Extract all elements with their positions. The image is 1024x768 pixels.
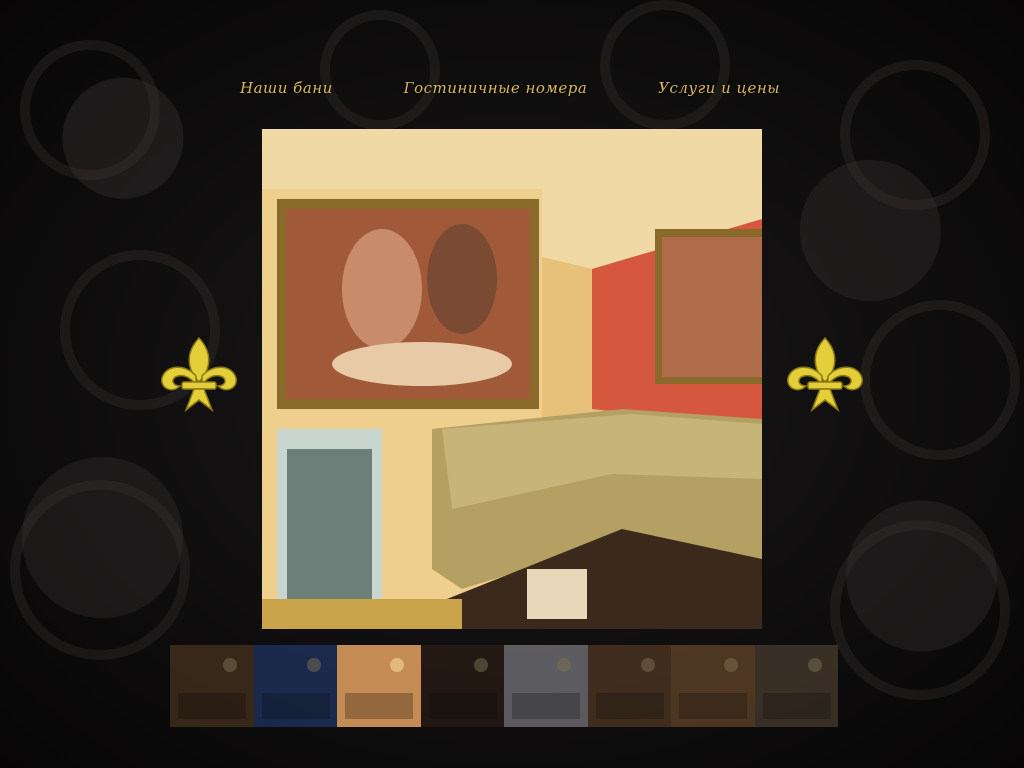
gallery-thumbnail[interactable]	[420, 645, 504, 727]
nav-services-prices[interactable]: Услуги и цены	[658, 79, 780, 97]
damask-swirl	[840, 60, 990, 210]
gallery-thumbnail[interactable]	[587, 645, 671, 727]
white-pool-photo-icon	[504, 645, 588, 727]
sofa-room-photo-icon	[337, 645, 421, 727]
gallery-thumbnail[interactable]	[337, 645, 421, 727]
dining-hall-photo-icon	[587, 645, 671, 727]
damask-swirl	[20, 40, 160, 180]
damask-swirl	[860, 300, 1020, 460]
main-gallery-photo	[262, 129, 762, 629]
fleur-de-lis-icon	[161, 336, 237, 413]
gallery-thumbnail[interactable]	[253, 645, 337, 727]
nav-our-baths[interactable]: Наши бани	[240, 79, 333, 97]
gallery-thumbnail[interactable]	[671, 645, 755, 727]
brown-lounge-photo-icon	[170, 645, 254, 727]
damask-swirl	[600, 0, 730, 130]
golden-hall-photo-icon	[671, 645, 755, 727]
nav-hotel-rooms[interactable]: Гостиничные номера	[404, 79, 588, 97]
gallery-thumbnail[interactable]	[754, 645, 838, 727]
previous-photo-button[interactable]	[156, 334, 242, 414]
banquet-photo-icon	[754, 645, 838, 727]
main-navigation: Наши бани Гостиничные номера Услуги и це…	[240, 68, 780, 108]
blue-room-photo-icon	[253, 645, 337, 727]
damask-swirl	[10, 480, 190, 660]
next-photo-button[interactable]	[782, 334, 868, 414]
dark-bar-photo-icon	[420, 645, 504, 727]
gallery-thumbnail[interactable]	[170, 645, 254, 727]
gallery-thumbnail[interactable]	[504, 645, 588, 727]
sauna-room-photo-icon	[262, 129, 762, 629]
damask-swirl	[830, 520, 1010, 700]
thumbnail-strip	[170, 645, 838, 727]
fleur-de-lis-icon	[787, 336, 863, 413]
